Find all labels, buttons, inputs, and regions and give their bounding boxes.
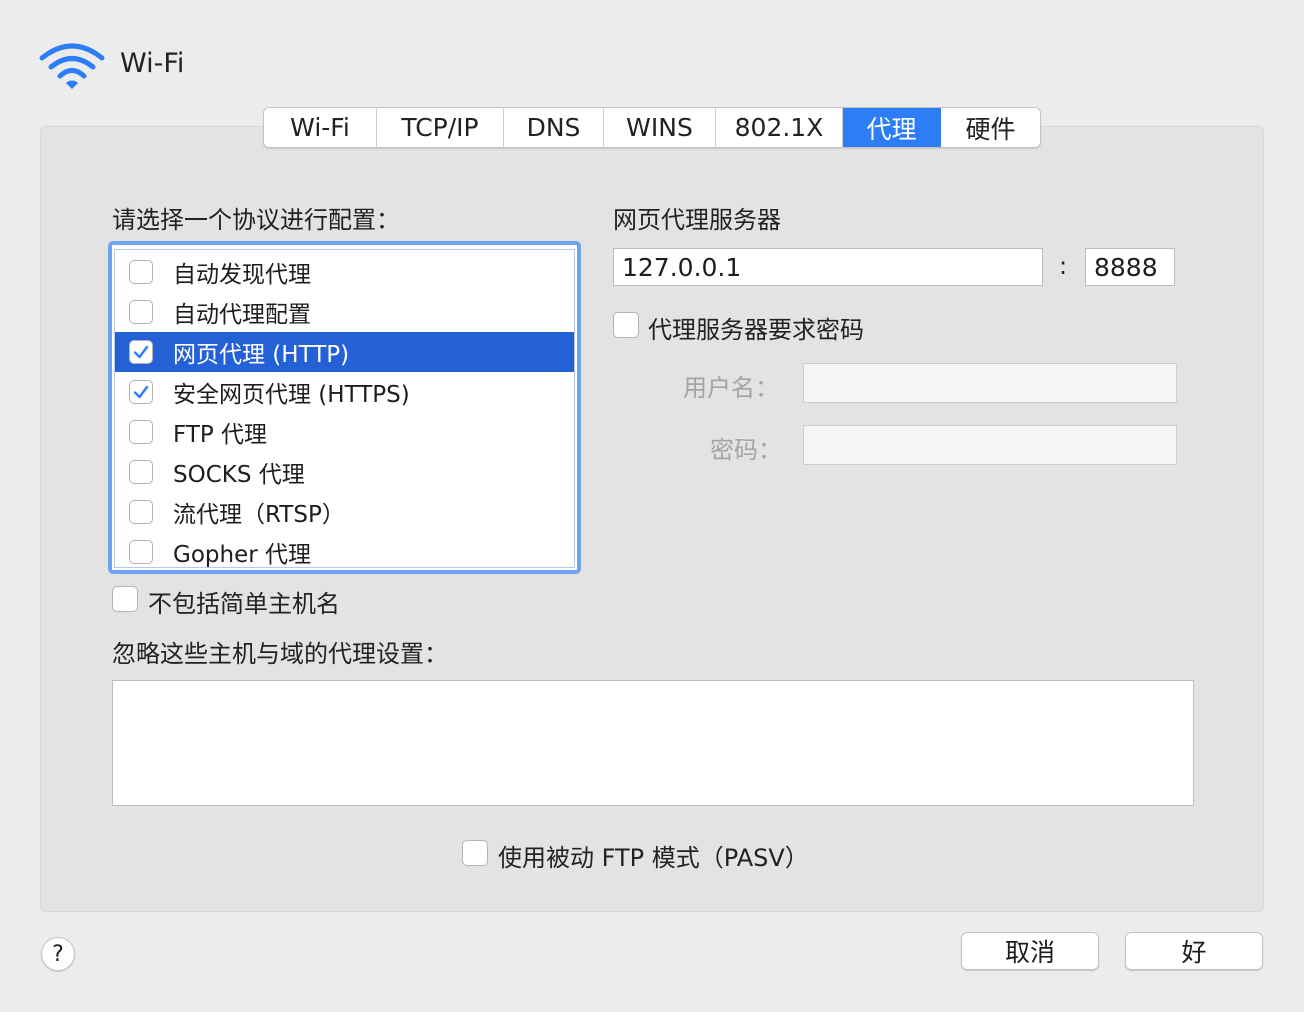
proxy-server-heading: 网页代理服务器 [613, 206, 781, 234]
list-item-label: SOCKS 代理 [173, 462, 305, 488]
tab-8021x[interactable]: 802.1X [716, 108, 843, 147]
tab-bar: Wi-Fi TCP/IP DNS WINS 802.1X 代理 硬件 [263, 107, 1041, 148]
proxy-host-field[interactable]: 127.0.0.1 [613, 248, 1043, 286]
list-item-label: FTP 代理 [173, 422, 268, 448]
wifi-icon [39, 43, 105, 89]
gopher-proxy-checkbox[interactable] [129, 540, 153, 564]
tab-wifi[interactable]: Wi-Fi [264, 108, 377, 147]
tab-wins[interactable]: WINS [604, 108, 716, 147]
passive-ftp-label: 使用被动 FTP 模式（PASV） [498, 844, 809, 872]
password-field[interactable] [803, 425, 1177, 465]
window-title: Wi-Fi [120, 48, 185, 79]
auto-config-checkbox[interactable] [129, 300, 153, 324]
host-port-separator: : [1059, 252, 1068, 280]
list-item-gopher-proxy[interactable]: Gopher 代理 [115, 532, 574, 572]
list-item-label: 自动发现代理 [173, 262, 311, 288]
checkmark-icon [133, 345, 149, 359]
proxy-port-field[interactable]: 8888 [1085, 248, 1175, 286]
ftp-proxy-checkbox[interactable] [129, 420, 153, 444]
protocol-list[interactable]: 自动发现代理 自动代理配置 网页代理 (HTTP) 安全网页代理 (HTTPS)… [108, 241, 581, 574]
ok-button[interactable]: 好 [1125, 932, 1263, 970]
username-field[interactable] [803, 363, 1177, 403]
list-item-https-proxy[interactable]: 安全网页代理 (HTTPS) [115, 372, 574, 412]
list-item-socks-proxy[interactable]: SOCKS 代理 [115, 452, 574, 492]
list-item-auto-discovery[interactable]: 自动发现代理 [115, 252, 574, 292]
tab-proxies[interactable]: 代理 [843, 108, 941, 147]
cancel-button[interactable]: 取消 [961, 932, 1099, 970]
password-label: 密码： [710, 436, 782, 464]
list-item-label: Gopher 代理 [173, 542, 311, 568]
list-item-label: 流代理（RTSP） [173, 502, 345, 528]
username-label: 用户名： [683, 374, 779, 402]
list-item-http-proxy[interactable]: 网页代理 (HTTP) [115, 332, 574, 372]
http-proxy-checkbox[interactable] [129, 340, 153, 364]
list-item-ftp-proxy[interactable]: FTP 代理 [115, 412, 574, 452]
socks-proxy-checkbox[interactable] [129, 460, 153, 484]
list-item-label: 自动代理配置 [173, 302, 311, 328]
list-item-rtsp-proxy[interactable]: 流代理（RTSP） [115, 492, 574, 532]
auto-discovery-checkbox[interactable] [129, 260, 153, 284]
exclude-simple-hostnames-label: 不包括简单主机名 [148, 590, 340, 618]
require-password-label: 代理服务器要求密码 [648, 316, 864, 344]
https-proxy-checkbox[interactable] [129, 380, 153, 404]
bypass-hosts-textarea[interactable] [112, 680, 1194, 806]
rtsp-proxy-checkbox[interactable] [129, 500, 153, 524]
tab-tcpip[interactable]: TCP/IP [377, 108, 504, 147]
bypass-heading: 忽略这些主机与域的代理设置： [112, 640, 448, 668]
checkmark-icon [133, 385, 149, 399]
tab-dns[interactable]: DNS [504, 108, 604, 147]
exclude-simple-hostnames-checkbox[interactable] [112, 586, 138, 612]
tab-hardware[interactable]: 硬件 [941, 108, 1040, 147]
list-item-label: 安全网页代理 (HTTPS) [173, 382, 410, 408]
help-button[interactable]: ? [41, 937, 75, 971]
passive-ftp-checkbox[interactable] [462, 840, 488, 866]
list-item-label: 网页代理 (HTTP) [173, 342, 350, 368]
list-item-auto-config[interactable]: 自动代理配置 [115, 292, 574, 332]
protocol-list-heading: 请选择一个协议进行配置： [112, 206, 400, 234]
require-password-checkbox[interactable] [613, 312, 639, 338]
